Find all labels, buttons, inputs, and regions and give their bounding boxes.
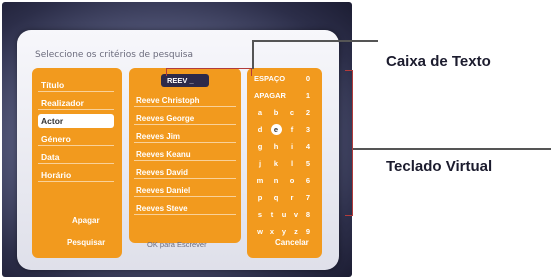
footer-hint: OK para Escrever bbox=[147, 240, 207, 249]
key-i[interactable]: i bbox=[286, 140, 298, 153]
key-g[interactable]: g bbox=[254, 140, 266, 153]
criterion-actor[interactable]: Actor bbox=[38, 114, 114, 128]
criterion-date[interactable]: Data bbox=[38, 150, 114, 164]
key-5[interactable]: 5 bbox=[302, 157, 314, 170]
key-1[interactable]: 1 bbox=[302, 89, 314, 102]
key-h[interactable]: h bbox=[270, 140, 282, 153]
clear-button[interactable]: Apagar bbox=[72, 216, 100, 225]
keyboard-row: APAGAR 1 bbox=[251, 89, 317, 102]
keyboard-row: p q r 7 bbox=[251, 191, 317, 204]
textbox-bracket bbox=[166, 68, 252, 76]
key-l[interactable]: l bbox=[286, 157, 298, 170]
key-d[interactable]: d bbox=[254, 123, 266, 136]
keyboard-row: ESPAÇO 0 bbox=[251, 72, 317, 85]
criterion-time[interactable]: Horário bbox=[38, 168, 114, 182]
key-x[interactable]: x bbox=[266, 225, 278, 238]
keyboard-row: g h i 4 bbox=[251, 140, 317, 153]
key-s[interactable]: s bbox=[254, 208, 266, 221]
result-item[interactable]: Reeves George bbox=[134, 112, 236, 125]
key-4[interactable]: 4 bbox=[302, 140, 314, 153]
key-m[interactable]: m bbox=[254, 174, 266, 187]
result-item[interactable]: Reeves David bbox=[134, 166, 236, 179]
key-t[interactable]: t bbox=[266, 208, 278, 221]
key-delete[interactable]: APAGAR bbox=[254, 89, 302, 102]
key-a[interactable]: a bbox=[254, 106, 266, 119]
key-0[interactable]: 0 bbox=[302, 72, 314, 85]
textbox-callout-line bbox=[252, 40, 254, 69]
result-item[interactable]: Reeves Keanu bbox=[134, 148, 236, 161]
criterion-genre[interactable]: Género bbox=[38, 132, 114, 146]
search-dialog: Seleccione os critérios de pesquisa Títu… bbox=[17, 30, 339, 270]
keyboard-row: m n o 6 bbox=[251, 174, 317, 187]
result-item[interactable]: Reeves Daniel bbox=[134, 184, 236, 197]
callout-text-box: Caixa de Texto bbox=[386, 53, 491, 70]
key-f[interactable]: f bbox=[286, 123, 298, 136]
key-j[interactable]: j bbox=[254, 157, 266, 170]
keyboard-row: j k l 5 bbox=[251, 157, 317, 170]
key-q[interactable]: q bbox=[270, 191, 282, 204]
result-item[interactable]: Reeves Jim bbox=[134, 130, 236, 143]
criterion-director[interactable]: Realizador bbox=[38, 96, 114, 110]
criterion-title[interactable]: Título bbox=[38, 78, 114, 92]
key-n[interactable]: n bbox=[270, 174, 282, 187]
criteria-panel: Título Realizador Actor Género Data Horá… bbox=[32, 68, 122, 258]
key-k[interactable]: k bbox=[270, 157, 282, 170]
keyboard-bracket bbox=[345, 70, 353, 216]
keyboard-row: a b c 2 bbox=[251, 106, 317, 119]
key-e-selected[interactable]: e bbox=[270, 123, 282, 136]
key-2[interactable]: 2 bbox=[302, 106, 314, 119]
keyboard-callout-line bbox=[353, 148, 551, 150]
key-v[interactable]: v bbox=[290, 208, 302, 221]
textbox-callout-line-h bbox=[252, 40, 378, 42]
result-item[interactable]: Reeves Steve bbox=[134, 202, 236, 215]
dialog-title: Seleccione os critérios de pesquisa bbox=[35, 50, 193, 60]
tv-screen: Seleccione os critérios de pesquisa Títu… bbox=[2, 2, 352, 277]
keyboard-row: s t u v 8 bbox=[251, 208, 317, 221]
keyboard-row: w x y z 9 bbox=[251, 225, 317, 238]
key-w[interactable]: w bbox=[254, 225, 266, 238]
search-button[interactable]: Pesquisar bbox=[67, 238, 105, 247]
key-b[interactable]: b bbox=[270, 106, 282, 119]
key-o[interactable]: o bbox=[286, 174, 298, 187]
key-8[interactable]: 8 bbox=[302, 208, 314, 221]
cancel-button[interactable]: Cancelar bbox=[275, 238, 309, 247]
key-e-label: e bbox=[273, 125, 279, 134]
key-3[interactable]: 3 bbox=[302, 123, 314, 136]
result-item[interactable]: Reeve Christoph bbox=[134, 94, 236, 107]
results-panel: REEV _ Reeve Christoph Reeves George Ree… bbox=[129, 68, 241, 243]
key-9[interactable]: 9 bbox=[302, 225, 314, 238]
key-r[interactable]: r bbox=[286, 191, 298, 204]
virtual-keyboard: ESPAÇO 0 APAGAR 1 a b c 2 d e f 3 g h i … bbox=[247, 68, 322, 258]
key-p[interactable]: p bbox=[254, 191, 266, 204]
key-y[interactable]: y bbox=[278, 225, 290, 238]
key-7[interactable]: 7 bbox=[302, 191, 314, 204]
key-z[interactable]: z bbox=[290, 225, 302, 238]
key-space[interactable]: ESPAÇO bbox=[254, 72, 302, 85]
key-u[interactable]: u bbox=[278, 208, 290, 221]
key-6[interactable]: 6 bbox=[302, 174, 314, 187]
keyboard-row: d e f 3 bbox=[251, 123, 317, 136]
callout-virtual-keyboard: Teclado Virtual bbox=[386, 158, 493, 175]
key-c[interactable]: c bbox=[286, 106, 298, 119]
